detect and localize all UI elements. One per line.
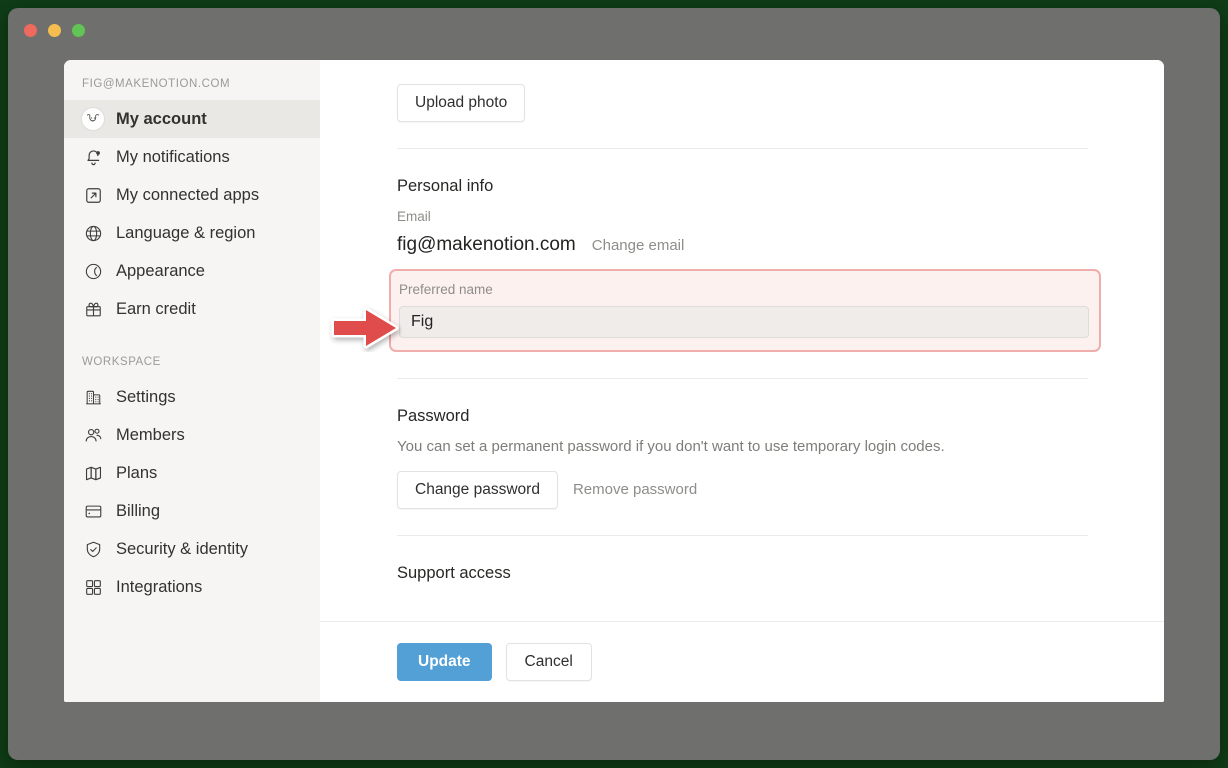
personal-info-title: Personal info <box>397 177 494 195</box>
email-row: fig@makenotion.com Change email <box>397 233 1140 257</box>
building-icon <box>82 386 104 408</box>
sidebar-item-security-identity[interactable]: Security & identity <box>64 530 320 568</box>
sidebar-item-language-region[interactable]: Language & region <box>64 214 320 252</box>
sidebar-item-plans[interactable]: Plans <box>64 454 320 492</box>
shield-check-icon <box>82 538 104 560</box>
globe-icon <box>82 222 104 244</box>
upload-photo-button[interactable]: Upload photo <box>397 84 526 122</box>
password-description: You can set a permanent password if you … <box>397 438 945 455</box>
sidebar-item-billing[interactable]: Billing <box>64 492 320 530</box>
password-actions-row: Change password Remove password <box>397 471 1140 509</box>
sidebar-item-label: My notifications <box>116 148 230 166</box>
support-access-title: Support access <box>397 564 511 582</box>
sidebar-item-label: Language & region <box>116 224 256 242</box>
bell-icon <box>82 146 104 168</box>
sidebar-workspace-label: WORKSPACE <box>82 356 161 368</box>
sidebar-item-appearance[interactable]: Appearance <box>64 252 320 290</box>
sidebar-account-email-label: FIG@MAKENOTION.COM <box>82 78 231 90</box>
settings-sidebar: FIG@MAKENOTION.COM My account My notific… <box>64 60 320 702</box>
preferred-name-label: Preferred name <box>399 282 493 297</box>
remove-password-link[interactable]: Remove password <box>573 480 697 500</box>
sidebar-item-label: My account <box>116 110 207 128</box>
sidebar-item-settings[interactable]: Settings <box>64 378 320 416</box>
external-link-icon <box>82 184 104 206</box>
sidebar-item-earn-credit[interactable]: Earn credit <box>64 290 320 328</box>
preferred-name-input[interactable] <box>399 306 1089 338</box>
preferred-name-highlight-box: Preferred name <box>389 269 1101 352</box>
sidebar-item-label: Members <box>116 426 185 444</box>
avatar-icon <box>82 108 104 130</box>
password-title: Password <box>397 407 470 425</box>
sidebar-item-label: Appearance <box>116 262 205 280</box>
sidebar-item-my-notifications[interactable]: My notifications <box>64 138 320 176</box>
sidebar-item-label: Security & identity <box>116 540 249 558</box>
settings-content: Upload photo Personal info Email fig@mak… <box>320 60 1164 702</box>
email-value: fig@makenotion.com <box>397 234 576 255</box>
divider <box>397 378 1088 379</box>
close-button[interactable] <box>24 24 37 37</box>
map-icon <box>82 462 104 484</box>
window-titlebar <box>8 8 1220 60</box>
gift-icon <box>82 298 104 320</box>
sidebar-item-integrations[interactable]: Integrations <box>64 568 320 606</box>
cancel-button[interactable]: Cancel <box>505 643 592 681</box>
sidebar-item-members[interactable]: Members <box>64 416 320 454</box>
sidebar-item-label: Plans <box>116 464 158 482</box>
desktop-background: FIG@MAKENOTION.COM My account My notific… <box>0 0 1228 768</box>
sidebar-item-label: My connected apps <box>116 186 260 204</box>
sidebar-item-my-connected-apps[interactable]: My connected apps <box>64 176 320 214</box>
zoom-button[interactable] <box>72 24 85 37</box>
change-email-link[interactable]: Change email <box>592 236 685 256</box>
minimize-button[interactable] <box>48 24 61 37</box>
sidebar-item-label: Integrations <box>116 578 203 596</box>
grid-icon <box>82 576 104 598</box>
settings-panel: FIG@MAKENOTION.COM My account My notific… <box>64 60 1164 702</box>
people-icon <box>82 424 104 446</box>
content-scroll-area[interactable]: Upload photo Personal info Email fig@mak… <box>320 60 1164 621</box>
sidebar-item-label: Billing <box>116 502 161 520</box>
divider <box>397 535 1088 536</box>
credit-card-icon <box>82 500 104 522</box>
divider <box>397 148 1088 149</box>
update-button[interactable]: Update <box>397 643 492 681</box>
sidebar-item-label: Earn credit <box>116 300 196 318</box>
app-window: FIG@MAKENOTION.COM My account My notific… <box>8 8 1220 760</box>
email-label: Email <box>397 209 431 224</box>
change-password-button[interactable]: Change password <box>397 471 558 509</box>
sidebar-item-label: Settings <box>116 388 176 406</box>
sidebar-item-my-account[interactable]: My account <box>64 100 320 138</box>
moon-icon <box>82 260 104 282</box>
action-footer: Update Cancel <box>320 621 1164 702</box>
